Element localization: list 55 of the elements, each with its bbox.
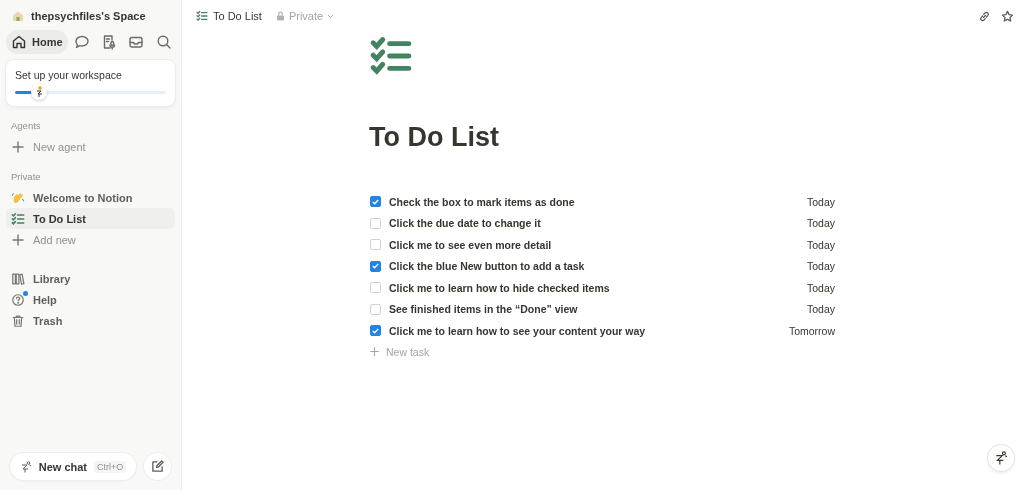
plus-icon (369, 346, 380, 357)
task-title[interactable]: See finished items in the “Done” view (389, 303, 578, 316)
sidebar-item[interactable]: Help (6, 289, 175, 310)
checkbox[interactable] (370, 325, 381, 337)
due-date[interactable]: Today (806, 217, 835, 230)
house-icon (12, 10, 24, 22)
plus-icon (11, 139, 25, 154)
compose-button[interactable] (144, 453, 171, 480)
workspace-name[interactable]: thepsychfiles's Space (31, 10, 146, 22)
checkbox[interactable] (370, 260, 381, 272)
checkmark-icon (372, 327, 379, 334)
figure-icon (994, 451, 1008, 465)
due-date[interactable]: Today (806, 303, 835, 316)
lock-icon (275, 11, 285, 21)
card-title: Set up your workspace (15, 69, 123, 81)
breadcrumb-page[interactable]: To Do List (213, 10, 262, 22)
due-date[interactable]: Today (806, 238, 835, 251)
sidebar-item[interactable]: Library (6, 268, 175, 289)
section-heading: Agents (10, 119, 42, 133)
task-title[interactable]: Click me to learn how to hide checked items (389, 281, 610, 294)
help-icon (11, 291, 25, 308)
task-title[interactable]: Click me to learn how to see your content your way (389, 324, 646, 337)
task-title[interactable]: Click me to see even more detail (389, 238, 552, 251)
chat-bubble-icon (73, 34, 90, 50)
sidebar-item[interactable]: Welcome to Notion (6, 187, 175, 208)
due-date[interactable]: Today (806, 195, 835, 208)
assistant-button[interactable] (988, 445, 1014, 471)
task-title[interactable]: Click the blue New button to add a task (389, 260, 585, 273)
due-date[interactable]: Today (806, 281, 835, 294)
checkmark-icon (372, 263, 379, 270)
task-title[interactable]: Click the due date to change it (389, 217, 541, 230)
task-title[interactable]: Check the box to mark items as done (389, 195, 575, 208)
figure-icon (19, 460, 32, 473)
shortcut-hint: Ctrl+O (94, 460, 127, 473)
new-chat-button[interactable]: New chat Ctrl+O (10, 453, 136, 480)
checklist-icon (11, 210, 25, 227)
inbox-icon (127, 34, 144, 50)
due-date[interactable]: Today (806, 260, 835, 273)
plus-icon (11, 232, 25, 247)
compose-icon (151, 460, 164, 473)
checkmark-icon (372, 198, 379, 205)
checklist-icon (196, 10, 208, 22)
due-date[interactable]: Tomorrow (788, 324, 835, 337)
star-icon[interactable] (1001, 9, 1014, 23)
link-icon[interactable] (978, 9, 991, 23)
sidebar-item[interactable]: Trash (6, 310, 175, 331)
checkbox[interactable] (370, 196, 381, 208)
sidebar-item[interactable]: To Do List (6, 208, 175, 229)
page-title: To Do List (369, 122, 500, 153)
setup-card[interactable]: Set up your workspace (6, 60, 175, 106)
search-icon (156, 34, 172, 50)
chevron-down-icon (327, 13, 335, 19)
home-tab[interactable]: Home (6, 30, 68, 54)
home-icon (11, 34, 27, 50)
section-heading: Private (10, 170, 42, 184)
